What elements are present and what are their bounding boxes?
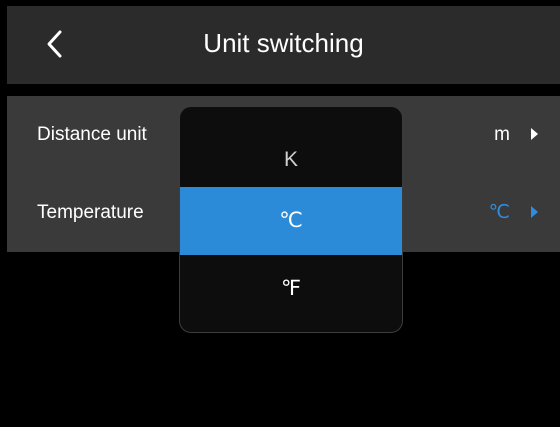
option-fahrenheit[interactable]: ℉ [180,255,402,323]
setting-value: m [494,124,510,145]
option-celsius[interactable]: ℃ [180,187,402,255]
arrow-right-icon [531,128,538,140]
option-kelvin[interactable]: K [180,126,402,194]
title-bar: Unit switching [7,6,560,84]
screen: Unit switching Distance unit m Temperatu… [7,6,560,427]
page-title: Unit switching [203,28,364,58]
divider [7,84,560,96]
arrow-right-icon [531,206,538,218]
unit-picker-popup: K ℃ ℉ [179,106,403,333]
setting-label: Distance unit [37,124,147,145]
setting-value: ℃ [488,202,510,223]
setting-label: Temperature [37,202,144,223]
